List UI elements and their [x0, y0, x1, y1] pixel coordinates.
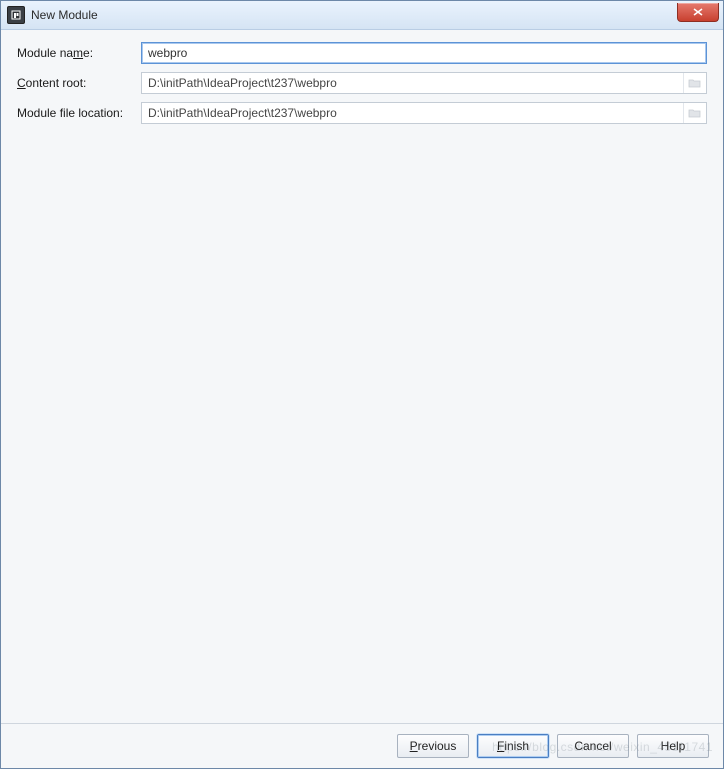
- previous-button[interactable]: Previous: [397, 734, 469, 758]
- label-module-file-location: Module file location:: [17, 106, 141, 120]
- label-content-root: Content root:: [17, 76, 141, 90]
- dialog-content: Module name: Content root:: [1, 30, 723, 723]
- folder-icon: [688, 77, 702, 89]
- content-spacer: [17, 132, 707, 723]
- folder-icon: [688, 107, 702, 119]
- content-root-field: [141, 72, 707, 94]
- content-root-browse-button[interactable]: [683, 73, 706, 93]
- row-content-root: Content root:: [17, 72, 707, 94]
- cancel-button[interactable]: Cancel: [557, 734, 629, 758]
- window-controls: [677, 3, 719, 22]
- module-file-location-input[interactable]: [142, 103, 683, 123]
- row-module-file-location: Module file location:: [17, 102, 707, 124]
- window-title: New Module: [31, 8, 98, 22]
- module-file-location-field: [141, 102, 707, 124]
- content-root-input[interactable]: [142, 73, 683, 93]
- module-name-input[interactable]: [141, 42, 707, 64]
- finish-button[interactable]: Finish: [477, 734, 549, 758]
- dialog-window: New Module Module name: Content root:: [0, 0, 724, 769]
- row-module-name: Module name:: [17, 42, 707, 64]
- app-icon: [7, 6, 25, 24]
- close-button[interactable]: [677, 3, 719, 22]
- dialog-footer: Previous Finish Cancel Help: [1, 723, 723, 768]
- title-bar: New Module: [1, 1, 723, 30]
- label-module-name: Module name:: [17, 46, 141, 60]
- help-button[interactable]: Help: [637, 734, 709, 758]
- module-file-location-browse-button[interactable]: [683, 103, 706, 123]
